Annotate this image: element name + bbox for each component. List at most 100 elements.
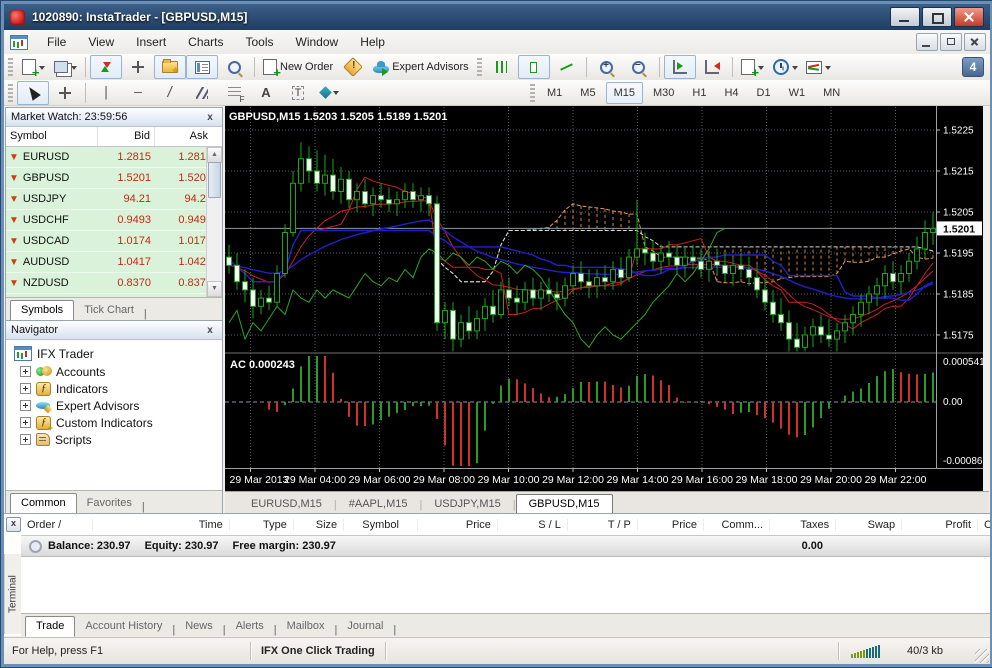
market-watch-row[interactable]: ▼USDJPY94.2194.24 xyxy=(6,189,222,210)
terminal-tab-mailbox[interactable]: Mailbox xyxy=(277,617,335,636)
fibonacci-tool-button[interactable] xyxy=(218,81,250,105)
timeframe-button-w1[interactable]: W1 xyxy=(781,82,814,104)
bar-chart-button[interactable] xyxy=(486,55,518,79)
terminal-tab-news[interactable]: News xyxy=(175,617,223,636)
horizontal-line-tool-button[interactable]: — xyxy=(122,81,154,105)
tab-symbols[interactable]: Symbols xyxy=(10,300,74,321)
terminal-column-swap[interactable]: Swap xyxy=(836,519,902,531)
expert-advisors-button[interactable]: Expert Advisors xyxy=(369,55,472,79)
terminal-close-icon[interactable]: x xyxy=(6,517,21,532)
tab-tick-chart[interactable]: Tick Chart xyxy=(74,301,144,320)
expand-plus-icon[interactable] xyxy=(20,400,31,411)
market-watch-row[interactable]: ▼USDCAD1.01741.0177 xyxy=(6,231,222,252)
data-window-button[interactable] xyxy=(122,55,154,79)
one-click-trading-label[interactable]: IFX One Click Trading xyxy=(251,645,385,657)
expand-plus-icon[interactable] xyxy=(20,417,31,428)
close-button[interactable] xyxy=(954,7,984,27)
minimize-button[interactable] xyxy=(890,7,920,27)
terminal-tab-journal[interactable]: Journal xyxy=(337,617,393,636)
market-watch-row[interactable]: ▼EURJPY120.75120.78 xyxy=(6,294,222,297)
market-watch-row[interactable]: ▼GBPUSD1.52011.5204 xyxy=(6,168,222,189)
line-chart-button[interactable] xyxy=(550,55,582,79)
terminal-column-symbol[interactable]: Symbol xyxy=(344,519,418,531)
chart-window-icon[interactable] xyxy=(10,35,28,50)
candlestick-chart-button[interactable] xyxy=(518,55,550,79)
child-close-button[interactable] xyxy=(964,33,986,51)
market-watch-row[interactable]: ▼AUDUSD1.04171.0420 xyxy=(6,252,222,273)
child-minimize-button[interactable] xyxy=(916,33,938,51)
periods-button[interactable] xyxy=(769,55,802,79)
price-chart[interactable]: 1.52251.52151.52051.51951.51851.51751.52… xyxy=(225,106,983,491)
tab-favorites[interactable]: Favorites xyxy=(77,494,142,513)
important-news-button[interactable] xyxy=(337,55,369,79)
terminal-column-price[interactable]: Price xyxy=(638,519,704,531)
vertical-line-tool-button[interactable]: | xyxy=(90,81,122,105)
close-icon[interactable]: x xyxy=(203,112,217,123)
timeframe-button-h4[interactable]: H4 xyxy=(716,82,746,104)
terminal-column-profit[interactable]: Profit xyxy=(902,519,978,531)
menu-item-file[interactable]: File xyxy=(36,32,77,52)
market-watch-toggle-button[interactable] xyxy=(90,55,122,79)
trendline-tool-button[interactable]: / xyxy=(154,81,186,105)
terminal-tab-alerts[interactable]: Alerts xyxy=(226,617,274,636)
tree-item-expert-advisors[interactable]: Expert Advisors xyxy=(8,397,220,414)
column-bid[interactable]: Bid xyxy=(98,127,155,146)
terminal-column-sl[interactable]: S / L xyxy=(498,519,568,531)
menu-item-window[interactable]: Window xyxy=(285,32,350,52)
equidistant-channel-tool-button[interactable] xyxy=(186,81,218,105)
menu-item-view[interactable]: View xyxy=(77,32,125,52)
child-restore-button[interactable] xyxy=(940,33,962,51)
indicators-button[interactable] xyxy=(737,55,769,79)
terminal-column-price[interactable]: Price xyxy=(418,519,498,531)
timeframe-button-d1[interactable]: D1 xyxy=(749,82,779,104)
terminal-column-order[interactable]: Order / xyxy=(21,519,93,531)
column-symbol[interactable]: Symbol xyxy=(6,127,98,146)
terminal-column-tp[interactable]: T / P xyxy=(568,519,638,531)
timeframe-button-m30[interactable]: M30 xyxy=(645,82,682,104)
toolbar-grip[interactable] xyxy=(477,58,482,76)
terminal-column-comment[interactable]: Comment xyxy=(978,519,990,531)
strategy-tester-button[interactable] xyxy=(218,55,250,79)
zoom-out-button[interactable] xyxy=(623,55,655,79)
market-watch-row[interactable]: ▼USDCHF0.94930.9496 xyxy=(6,210,222,231)
crosshair-tool-button[interactable] xyxy=(49,81,81,105)
text-tool-button[interactable]: A xyxy=(250,81,282,105)
tree-root-ifx-trader[interactable]: IFX Trader xyxy=(8,344,220,363)
text-label-tool-button[interactable]: T xyxy=(282,81,314,105)
chart-shift-button[interactable] xyxy=(696,55,728,79)
terminal-column-taxes[interactable]: Taxes xyxy=(770,519,836,531)
chart-tab-eurusdm15[interactable]: EURUSD,M15 xyxy=(239,495,334,514)
toolbar-grip[interactable] xyxy=(530,84,535,102)
tree-item-scripts[interactable]: Scripts xyxy=(8,431,220,448)
menu-item-help[interactable]: Help xyxy=(349,32,396,52)
tree-item-accounts[interactable]: Accounts xyxy=(8,363,220,380)
terminal-toggle-button[interactable] xyxy=(186,55,218,79)
toolbar-grip[interactable] xyxy=(8,84,13,102)
terminal-tab-trade[interactable]: Trade xyxy=(25,616,75,637)
new-chart-button[interactable] xyxy=(17,55,49,79)
scrollbar-thumb[interactable] xyxy=(208,162,221,198)
tree-item-custom-indicators[interactable]: Custom Indicators xyxy=(8,414,220,431)
tab-common[interactable]: Common xyxy=(10,493,77,514)
cursor-tool-button[interactable] xyxy=(17,81,49,105)
timeframe-button-m1[interactable]: M1 xyxy=(539,82,570,104)
scroll-up-icon[interactable]: ▲ xyxy=(207,147,222,163)
terminal-column-comm[interactable]: Comm... xyxy=(704,519,770,531)
timeframe-button-mn[interactable]: MN xyxy=(815,82,848,104)
terminal-column-type[interactable]: Type xyxy=(230,519,294,531)
toolbar-grip[interactable] xyxy=(8,58,13,76)
terminal-column-size[interactable]: Size xyxy=(294,519,344,531)
menu-item-insert[interactable]: Insert xyxy=(125,32,177,52)
zoom-in-button[interactable] xyxy=(591,55,623,79)
market-watch-row[interactable]: ▼EURUSD1.28151.2818 xyxy=(6,147,222,168)
market-watch-scrollbar[interactable]: ▲ ▼ xyxy=(206,147,222,297)
timeframe-button-m5[interactable]: M5 xyxy=(572,82,603,104)
scroll-down-icon[interactable]: ▼ xyxy=(207,281,222,297)
column-ask[interactable]: Ask xyxy=(155,127,212,146)
tree-item-indicators[interactable]: Indicators xyxy=(8,380,220,397)
chart-tab-usdjpym15[interactable]: USDJPY,M15 xyxy=(422,495,512,514)
expand-plus-icon[interactable] xyxy=(20,383,31,394)
expand-plus-icon[interactable] xyxy=(20,366,31,377)
market-watch-row[interactable]: ▼NZDUSD0.83700.8373 xyxy=(6,273,222,294)
terminal-column-time[interactable]: Time xyxy=(93,519,230,531)
